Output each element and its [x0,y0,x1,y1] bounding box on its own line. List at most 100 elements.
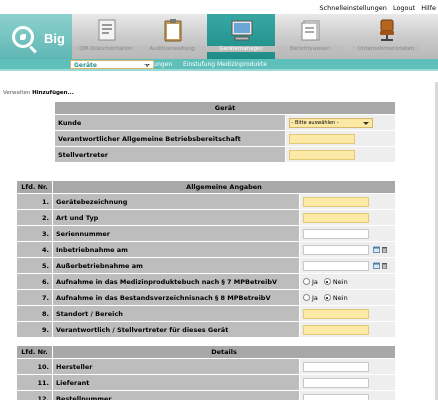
row-number: 3. [17,226,52,241]
row-input[interactable] [303,196,369,207]
logo-text: Big [44,31,65,46]
row-label: Gerätebezeichnung [53,194,299,209]
row-label: Standort / Bereich [53,306,299,321]
document-icon [98,19,116,41]
row-number: 5. [17,258,52,273]
stellvertreter-input[interactable] [288,149,355,160]
row-label: Aufnahme in das Bestandsverzeichnisnach … [53,290,299,305]
radio-ja[interactable] [303,278,310,285]
row-input[interactable] [303,212,369,223]
help-link[interactable]: Hilfe [421,4,436,13]
row-number: 8. [17,306,52,321]
row-input[interactable] [303,228,369,239]
subnav-stoerungen[interactable]: Störungen [138,60,175,69]
radio-ja-label: Ja [312,277,318,286]
trash-icon[interactable] [381,262,388,270]
verantwortlicher-label: Verantwortlicher Allgemeine Betriebsbere… [55,131,285,146]
breadcrumb: Verwalten Hinzufügen... [3,90,74,96]
verantwortlicher-cell [285,131,395,146]
row-number: 6. [17,274,52,289]
table-row: 5. Außerbetriebnahme am [17,258,395,273]
row-value-cell [300,226,395,241]
nav-berichtswesen[interactable]: Berichtswesen [276,14,344,59]
row-value-cell [300,359,395,374]
row-number: 2. [17,210,52,225]
nav-auditverwaltung[interactable]: Auditverwaltung [138,14,206,59]
row-label: Art und Typ [53,210,299,225]
details-rows: 10. Hersteller 11. Lieferant 12. Bestellnumme… [17,359,395,400]
row-label: Außerbetriebnahme am [53,258,299,273]
table-row: 7. Aufnahme in das Bestandsverzeichnisnac… [17,290,395,305]
allgemein-header: Allgemeine Angaben [53,181,395,193]
table-row: 9. Verantwortlich / Stellvertreter für di… [17,322,395,337]
col-lfd-nr: Lfd. Nr. [17,346,52,358]
radio-ja-label: Ja [312,293,318,302]
row-value-cell [300,194,395,209]
radio-ja[interactable] [303,294,310,301]
logout-link[interactable]: Logout [393,4,415,13]
radio-nein[interactable] [323,294,331,301]
stellvertreter-cell [285,147,395,162]
subnav-einstufung[interactable]: Einstufung Medizinprodukte [180,60,270,69]
details-table: Lfd. Nr. Details 10. Hersteller 11. Liefera… [16,345,396,400]
geraet-header: Gerät [55,102,395,114]
row-number: 7. [17,290,52,305]
row-input[interactable] [303,324,369,335]
row-number: 1. [17,194,52,209]
calendar-icon[interactable] [373,246,380,253]
subnav-wartung[interactable]: Wartung [101,60,132,69]
breadcrumb-hinzufuegen: Hinzufügen... [32,90,74,96]
kunde-cell: - Bitte auswählen - [285,115,395,130]
row-label: Verantwortlich / Stellvertreter für dies… [53,322,299,337]
device-manager-icon [231,20,253,41]
breadcrumb-verwalten[interactable]: Verwalten [3,90,30,96]
trash-icon[interactable] [381,246,388,254]
row-value-cell [300,322,395,337]
row-input[interactable] [303,393,369,400]
row-label: Seriennummer [53,226,299,241]
logo[interactable]: Big [0,14,72,59]
table-row: 4. Inbetriebnahme am [17,242,395,257]
quick-settings-link[interactable]: Schnelleinstellungen [319,4,387,13]
calendar-icon[interactable] [373,262,380,269]
row-label: Bestellnummer [53,391,299,400]
verantwortlicher-input[interactable] [288,133,355,144]
kunde-select[interactable]: - Bitte auswählen - [288,117,373,128]
table-row: 6. Aufnahme in das Medizinproduktebuch na… [17,274,395,289]
report-icon [301,20,320,41]
details-header: Details [53,346,395,358]
q-logo-icon [12,26,34,48]
table-row: 10. Hersteller [17,359,395,374]
clipboard-icon [164,19,182,42]
radio-nein-label: Nein [332,277,348,286]
office-chair-icon [380,19,394,41]
row-value-cell [300,242,395,257]
table-row: 2. Art und Typ [17,210,395,225]
app-header: Big QM-Dokumentation Auditverwaltung Ger… [0,14,438,59]
table-row: 8. Standort / Bereich [17,306,395,321]
radio-nein-label: Nein [332,293,348,302]
nav-qm-dokumentation[interactable]: QM-Dokumentation [72,14,140,59]
radio-nein[interactable] [323,278,331,285]
row-value-cell [300,306,395,321]
nav-geraetemanager[interactable]: Gerätemanager [207,14,275,59]
row-number: 4. [17,242,52,257]
row-input[interactable] [303,308,369,319]
row-number: 12. [17,391,52,400]
table-row: 1. Gerätebezeichnung [17,194,395,209]
row-input[interactable] [303,361,369,372]
row-label: Lieferant [53,375,299,390]
row-value-cell [300,391,395,400]
row-value-cell: Ja Nein [300,274,395,289]
row-input[interactable] [303,377,369,388]
row-label: Aufnahme in das Medizinproduktebuch nach… [53,274,299,289]
table-row: 11. Lieferant [17,375,395,390]
row-input[interactable] [303,244,369,255]
row-value-cell [300,258,395,273]
row-input[interactable] [303,260,369,271]
row-value-cell [300,375,395,390]
nav-unternehmensdaten[interactable]: Unternehmensdaten [352,14,420,59]
kunde-label: Kunde [55,115,285,130]
row-label: Inbetriebnahme am [53,242,299,257]
stellvertreter-label: Stellvertreter [55,147,285,162]
